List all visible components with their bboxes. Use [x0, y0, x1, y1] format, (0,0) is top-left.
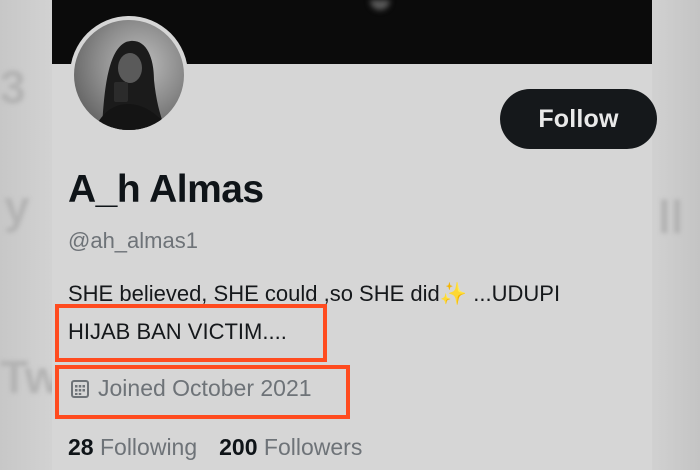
avatar-image [74, 20, 184, 130]
blurred-background-glyph: 3 [0, 61, 26, 113]
highlight-box-joined [55, 365, 350, 419]
profile-card: Follow A_h Almas @ah_almas1 SHE believed… [52, 0, 657, 470]
blurred-background-right: ll [652, 0, 700, 470]
profile-name: A_h Almas [68, 168, 264, 211]
following-count: 28 [68, 434, 94, 460]
following-label: Following [99, 434, 198, 460]
profile-handle: @ah_almas1 [68, 228, 198, 253]
followers-label: Followers [263, 434, 363, 460]
follow-button[interactable]: Follow [500, 89, 657, 149]
follow-stats: 28 Following 200 Followers [68, 434, 362, 461]
avatar-person-silhouette [94, 40, 170, 130]
avatar[interactable] [70, 16, 188, 134]
bio-text: SHE believed, SHE could ,so SHE did [68, 281, 440, 306]
blurred-background-glyph: y [4, 181, 30, 233]
followers-count: 200 [219, 434, 258, 460]
highlight-box-bio [55, 304, 327, 362]
bio-text-tail: ...UDUPI [467, 281, 561, 306]
sparkles-emoji: ✨ [439, 281, 468, 306]
blurred-background-left: 3 y Tw [0, 0, 60, 470]
followers-link[interactable]: 200 Followers [219, 434, 362, 460]
banner-highlight [370, 0, 390, 10]
following-link[interactable]: 28 Following [68, 434, 197, 460]
blurred-background-glyph: ll [658, 191, 684, 243]
